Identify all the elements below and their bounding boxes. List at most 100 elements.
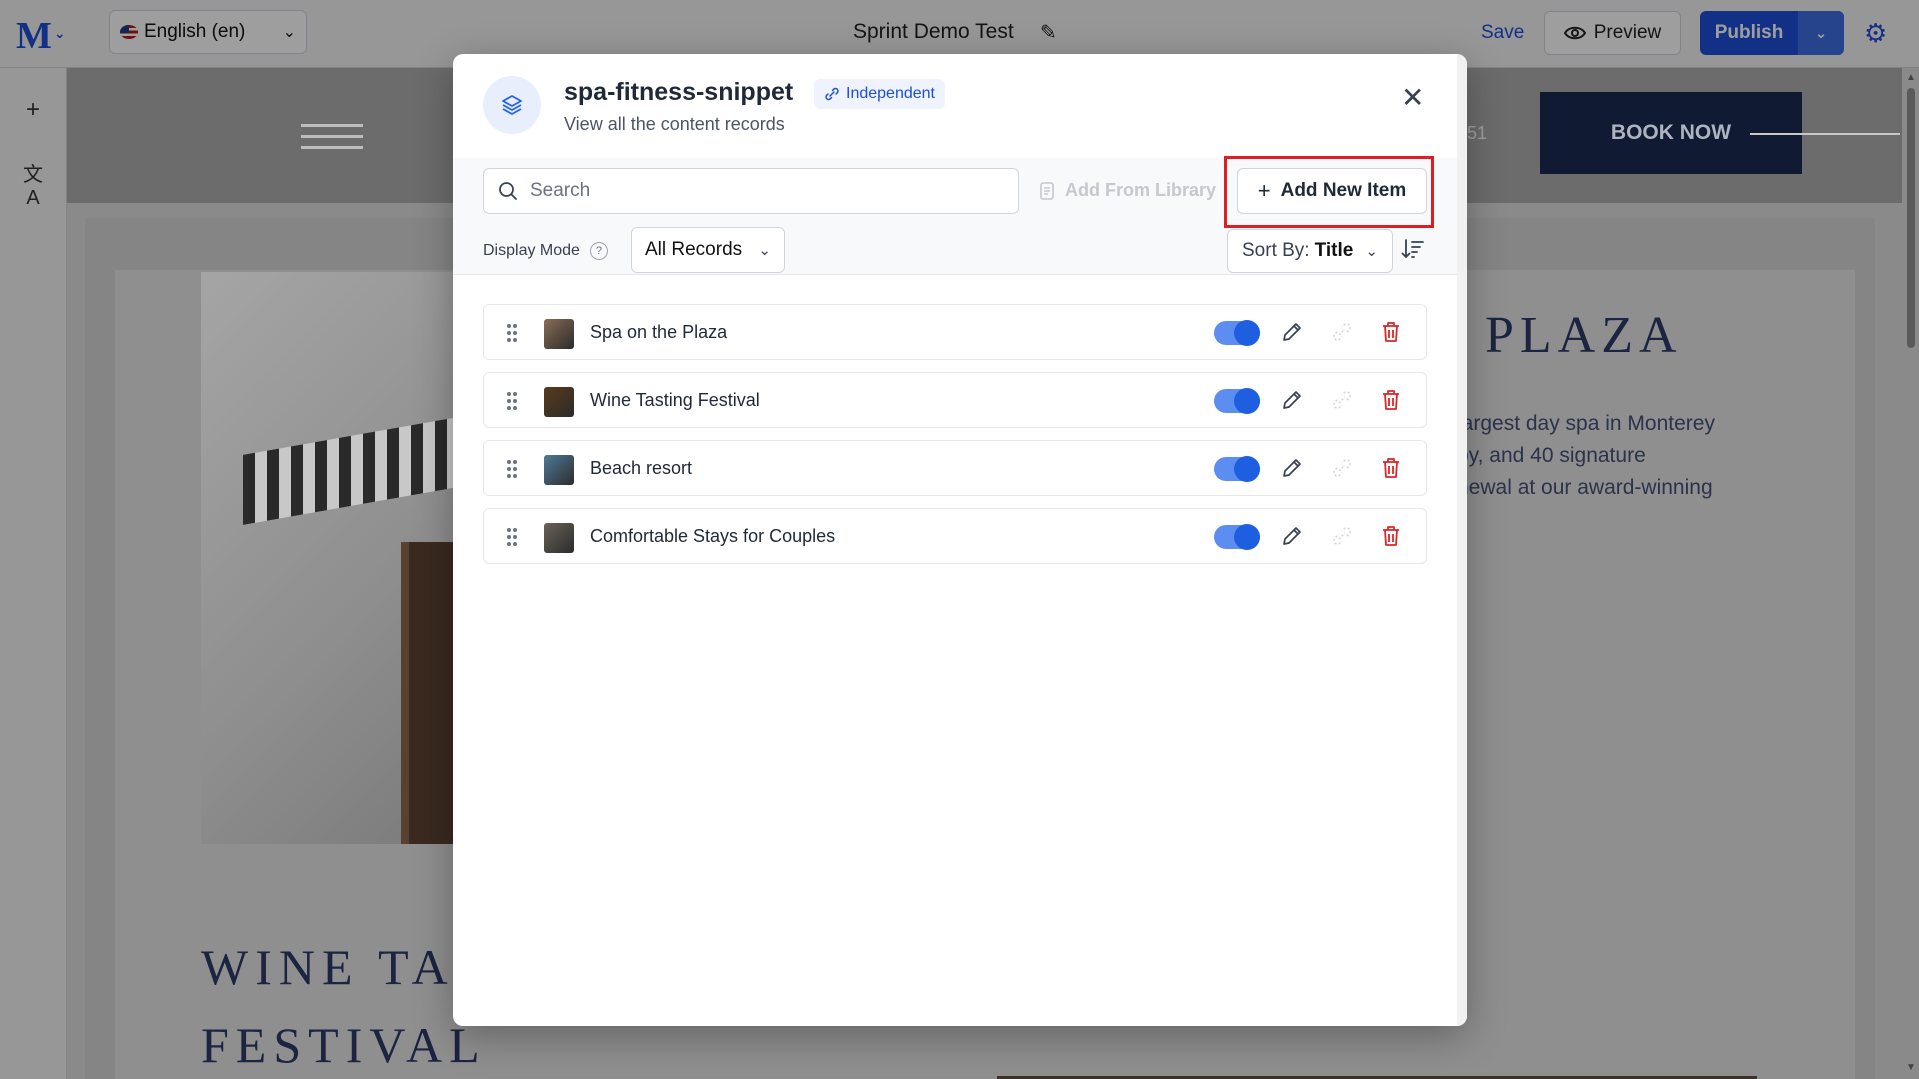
app-logo[interactable]: M ⌄ <box>16 14 66 58</box>
edit-icon[interactable] <box>1281 525 1303 547</box>
publish-dropdown-chevron-icon[interactable]: ⌄ <box>1798 11 1844 55</box>
publish-label: Publish <box>1714 22 1784 43</box>
record-thumbnail <box>544 455 574 485</box>
list-item[interactable]: Comfortable Stays for Couples <box>483 508 1427 564</box>
search-field[interactable] <box>483 168 1019 214</box>
plaza-line: newal at our award-winning <box>1457 476 1713 499</box>
decorative-line <box>1750 133 1900 135</box>
content-records-modal: spa-fitness-snippet Independent View all… <box>453 54 1467 1026</box>
search-icon <box>499 182 517 200</box>
unlink-icon[interactable] <box>1331 525 1353 547</box>
layers-icon <box>483 76 541 134</box>
badge-label: Independent <box>846 85 935 102</box>
display-mode-value: All Records <box>645 239 743 260</box>
record-title: Comfortable Stays for Couples <box>590 526 836 546</box>
scroll-thumb[interactable] <box>1907 88 1915 348</box>
language-select[interactable]: English (en) ⌄ <box>109 10 307 54</box>
list-item[interactable]: Spa on the Plaza <box>483 304 1427 360</box>
enabled-toggle[interactable] <box>1214 524 1260 550</box>
phone-fragment: 51 <box>1467 123 1488 143</box>
plaza-heading: PLAZA <box>1485 307 1683 364</box>
delete-icon[interactable] <box>1381 525 1401 547</box>
record-title: Spa on the Plaza <box>590 322 728 342</box>
record-title: Beach resort <box>590 458 693 478</box>
delete-icon[interactable] <box>1381 321 1401 343</box>
search-input[interactable] <box>528 179 992 203</box>
modal-subtitle: View all the content records <box>564 114 785 134</box>
sort-value: Title <box>1314 240 1354 261</box>
plaza-description: largest day spa in Monterey py, and 40 s… <box>1457 408 1715 504</box>
drag-handle-icon[interactable] <box>506 459 518 479</box>
preview-button[interactable]: Preview <box>1544 11 1681 55</box>
add-from-library-button[interactable]: Add From Library <box>1039 180 1216 201</box>
list-item[interactable]: Wine Tasting Festival <box>483 372 1427 428</box>
preview-label: Preview <box>1593 22 1662 43</box>
unlink-icon[interactable] <box>1331 457 1353 479</box>
plaza-line: largest day spa in Monterey <box>1457 412 1715 435</box>
hamburger-menu-icon[interactable] <box>301 116 363 157</box>
edit-title-icon[interactable]: ✎ <box>1040 20 1057 45</box>
chevron-down-icon: ⌄ <box>282 24 296 41</box>
add-from-library-label: Add From Library <box>1065 180 1217 200</box>
drag-handle-icon[interactable] <box>506 391 518 411</box>
document-title: Sprint Demo Test <box>853 20 1014 43</box>
us-flag-icon <box>120 25 138 39</box>
add-icon[interactable]: + <box>18 96 48 124</box>
spa-photo <box>201 272 461 844</box>
modal-title: spa-fitness-snippet <box>564 78 794 106</box>
unlink-icon[interactable] <box>1331 389 1353 411</box>
close-icon[interactable]: ✕ <box>1401 84 1424 112</box>
display-mode-label: Display Mode ? <box>483 242 608 260</box>
edit-icon[interactable] <box>1281 457 1303 479</box>
save-button[interactable]: Save <box>1481 22 1524 44</box>
list-item[interactable]: Beach resort <box>483 440 1427 496</box>
record-thumbnail <box>544 319 574 349</box>
edit-icon[interactable] <box>1281 321 1303 343</box>
door <box>401 542 461 844</box>
page-scrollbar[interactable]: ▲ ▼ <box>1902 68 1919 1079</box>
logo-chevron-icon[interactable]: ⌄ <box>54 26 66 42</box>
sort-select[interactable]: Sort By: Title ⌄ <box>1227 229 1393 273</box>
library-icon <box>1040 181 1054 200</box>
chevron-down-icon: ⌄ <box>758 242 771 259</box>
enabled-toggle[interactable] <box>1214 388 1260 414</box>
sort-prefix: Sort By: <box>1242 240 1310 261</box>
language-label: English (en) <box>144 21 246 42</box>
highlight-box <box>1224 156 1434 228</box>
display-mode-select[interactable]: All Records ⌄ <box>631 227 785 273</box>
help-icon[interactable]: ? <box>589 242 608 260</box>
settings-gear-icon[interactable]: ⚙ <box>1864 18 1887 49</box>
modal-toolbar: Add From Library + Add New Item Display … <box>453 156 1467 275</box>
wine-heading: WINE TA FESTIVAL <box>201 928 487 1079</box>
sort-direction-icon[interactable] <box>1401 238 1425 265</box>
modal-scrollbar[interactable] <box>1457 54 1467 1026</box>
display-mode-text: Display Mode <box>483 242 580 259</box>
wine-heading-line: FESTIVAL <box>201 1017 487 1073</box>
record-thumbnail <box>544 387 574 417</box>
plaza-line: py, and 40 signature <box>1457 444 1646 467</box>
eye-icon <box>1563 26 1586 40</box>
left-rail: + 文A <box>0 68 67 1079</box>
record-thumbnail <box>544 523 574 553</box>
enabled-toggle[interactable] <box>1214 456 1260 482</box>
enabled-toggle[interactable] <box>1214 320 1260 346</box>
delete-icon[interactable] <box>1381 389 1401 411</box>
drag-handle-icon[interactable] <box>506 323 518 343</box>
drag-handle-icon[interactable] <box>506 527 518 547</box>
unlink-icon[interactable] <box>1331 321 1353 343</box>
publish-button[interactable]: Publish ⌄ <box>1700 11 1844 55</box>
delete-icon[interactable] <box>1381 457 1401 479</box>
unlink-icon <box>825 87 839 101</box>
edit-icon[interactable] <box>1281 389 1303 411</box>
wine-heading-line: WINE TA <box>201 939 455 995</box>
records-list: Spa on the Plaza Wine Tasting Festival B… <box>483 304 1427 576</box>
logo-letter: M <box>16 15 52 57</box>
striped-awning <box>243 409 461 525</box>
chevron-down-icon: ⌄ <box>1365 243 1378 260</box>
modal-header: spa-fitness-snippet Independent View all… <box>453 54 1467 159</box>
scroll-down-icon[interactable]: ▼ <box>1906 1062 1916 1073</box>
independent-badge: Independent <box>814 79 945 109</box>
scroll-up-icon[interactable]: ▲ <box>1906 72 1916 83</box>
record-title: Wine Tasting Festival <box>590 390 760 410</box>
translate-icon[interactable]: 文A <box>18 158 48 210</box>
